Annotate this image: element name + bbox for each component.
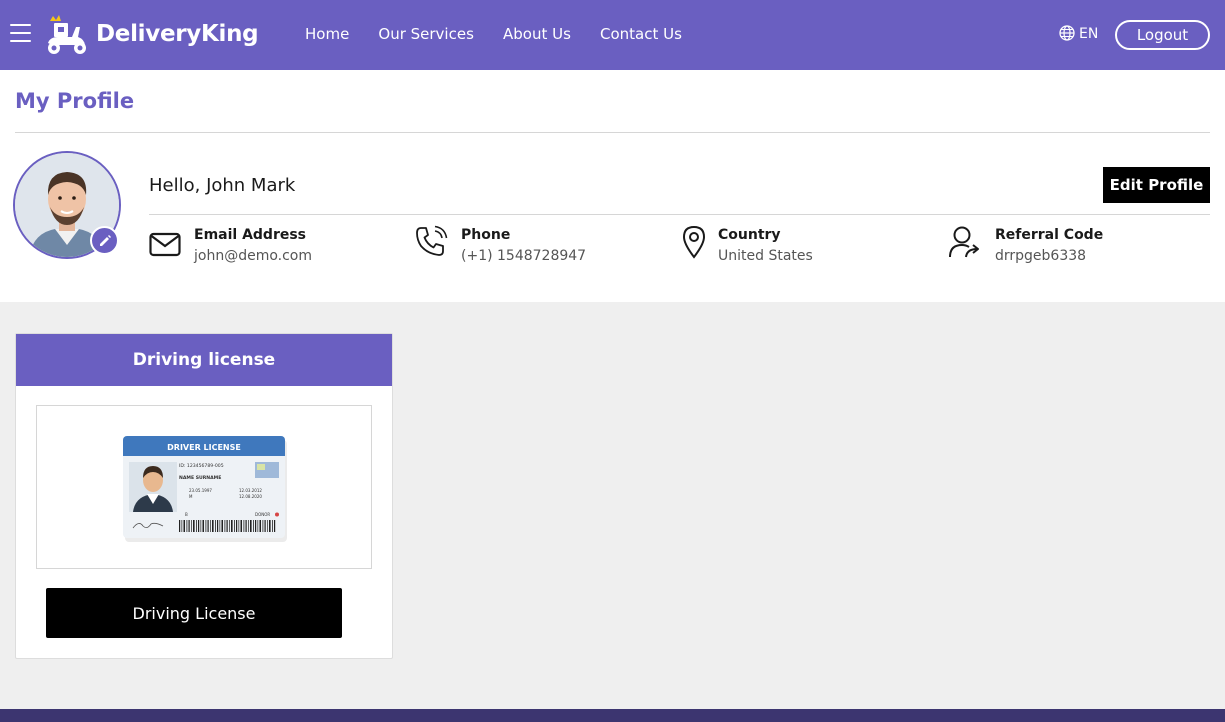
country-info: Country United States [682, 225, 912, 267]
brand-logo[interactable]: DeliveryKing [44, 13, 259, 57]
main-nav: Home Our Services About Us Contact Us [305, 24, 706, 43]
license-dob: 23.05.1997 [189, 488, 212, 493]
referral-label: Referral Code [995, 227, 1104, 243]
license-class: B [185, 512, 188, 517]
brand-name: DeliveryKing [96, 21, 259, 47]
user-share-icon [949, 226, 979, 258]
referral-value: drrpgeb6338 [995, 248, 1087, 264]
card-header: Driving license [16, 334, 392, 386]
country-value: United States [718, 248, 813, 264]
license-name: NAME SURNAME [179, 475, 221, 481]
delivery-scooter-icon [48, 15, 86, 54]
envelope-icon [149, 232, 181, 257]
nav-our-services[interactable]: Our Services [378, 25, 474, 43]
email-value: john@demo.com [194, 248, 313, 264]
referral-info: Referral Code drrpgeb6338 [948, 226, 1178, 267]
logout-button[interactable]: Logout [1115, 20, 1210, 50]
license-title: DRIVER LICENSE [167, 443, 241, 452]
language-code: EN [1079, 26, 1099, 42]
divider [15, 132, 1210, 133]
email-info: Email Address john@demo.com [149, 227, 379, 267]
nav-home[interactable]: Home [305, 25, 349, 43]
license-sex: M [189, 494, 193, 499]
phone-icon [416, 225, 448, 256]
country-label: Country [718, 227, 781, 243]
phone-value: (+1) 1548728947 [461, 248, 587, 264]
license-image: DRIVER LICENSE ID: 123456789-005 NAME SU… [123, 436, 287, 542]
pencil-icon [100, 235, 111, 246]
phone-label: Phone [461, 227, 511, 243]
license-issued: 12.03.2012 [239, 488, 262, 493]
language-selector[interactable]: EN [1059, 25, 1098, 42]
license-image-frame[interactable]: DRIVER LICENSE ID: 123456789-005 NAME SU… [36, 405, 372, 569]
hamburger-menu-icon[interactable] [10, 24, 31, 44]
license-id: ID: 123456789-005 [179, 463, 224, 469]
nav-about-us[interactable]: About Us [503, 25, 571, 43]
license-donor: DONOR [255, 512, 270, 517]
top-navbar: DeliveryKing Home Our Services About Us … [0, 0, 1225, 70]
license-expires: 12.08.2020 [239, 494, 262, 499]
nav-contact-us[interactable]: Contact Us [600, 25, 682, 43]
phone-info: Phone (+1) 1548728947 [415, 225, 645, 267]
email-label: Email Address [194, 227, 307, 243]
page-title: My Profile [15, 89, 135, 113]
greeting: Hello, John Mark [149, 175, 296, 196]
driving-license-card: Driving license DRIVER LICENSE ID: 12345… [15, 333, 393, 659]
edit-profile-button[interactable]: Edit Profile [1103, 167, 1210, 203]
globe-icon [1059, 25, 1075, 41]
driving-license-button[interactable]: Driving License [46, 588, 342, 638]
location-pin-icon [682, 225, 706, 259]
divider [149, 214, 1210, 215]
footer [0, 709, 1225, 722]
profile-section: My Profile Hello, John Mark Edit Profile [0, 70, 1225, 302]
edit-avatar-button[interactable] [90, 226, 119, 255]
